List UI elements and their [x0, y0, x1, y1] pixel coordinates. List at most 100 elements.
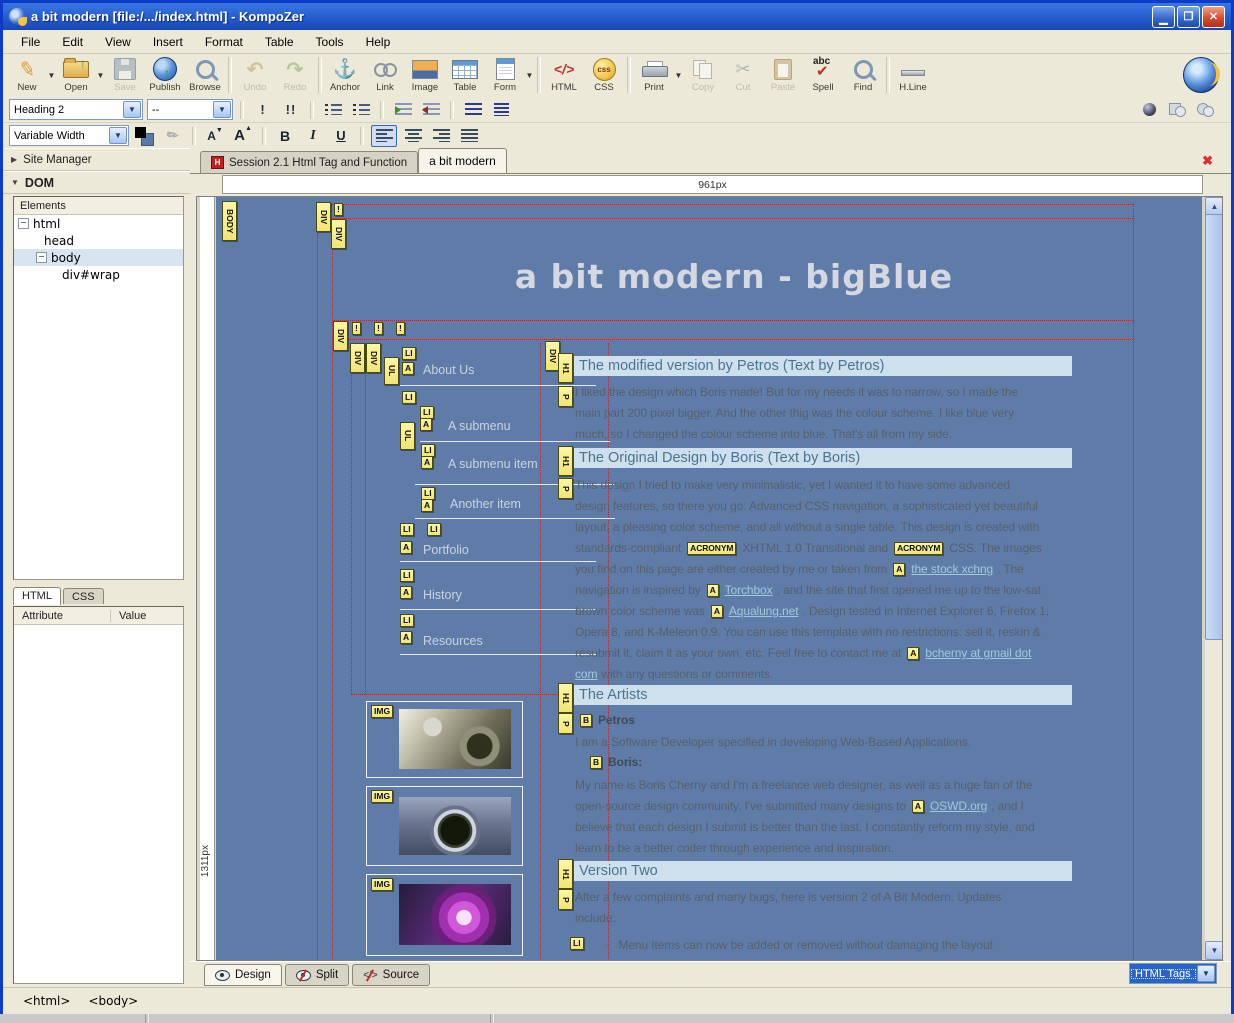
chevron-down-icon[interactable]: ▼	[213, 101, 231, 118]
tree-node-div-wrap[interactable]: div#wrap	[14, 266, 183, 283]
li-tag-marker[interactable]: LI	[427, 523, 441, 536]
justify-button[interactable]	[457, 126, 481, 146]
menu-file[interactable]: File	[11, 32, 50, 52]
menu-format[interactable]: Format	[195, 32, 253, 52]
paragraph-line[interactable]: comwith any questions or comments.	[575, 667, 773, 681]
li-tag-marker[interactable]: LI	[402, 347, 416, 360]
attribute-column[interactable]: Attribute	[14, 610, 111, 622]
tab-css-attributes[interactable]: CSS	[63, 588, 104, 604]
img-tag-marker[interactable]: IMG	[371, 705, 393, 718]
div-tag-marker[interactable]: DIV	[366, 343, 381, 373]
menu-view[interactable]: View	[95, 32, 141, 52]
page-heading-banner[interactable]: a bit modern - bigBlue	[336, 257, 1132, 296]
comment-tag-marker[interactable]: !	[396, 322, 405, 335]
absolute-position-button[interactable]	[1165, 100, 1189, 120]
scrollbar-thumb[interactable]	[1205, 214, 1223, 640]
a-tag-marker[interactable]: A	[421, 456, 433, 469]
nav-link[interactable]: Another item	[450, 497, 521, 511]
italic-button[interactable]: I	[301, 126, 325, 146]
open-button[interactable]: ↑Open	[56, 55, 96, 97]
browse-button[interactable]: Browse	[185, 55, 225, 97]
horizontal-ruler[interactable]: 961px	[222, 175, 1203, 194]
new-button[interactable]: ✎New	[7, 55, 47, 97]
div-tag-marker[interactable]: DIV	[350, 343, 365, 373]
h1-tag-marker[interactable]: H1	[558, 353, 573, 383]
status-body-crumb[interactable]: <body>	[88, 994, 138, 1008]
scroll-down-button[interactable]: ▼	[1205, 941, 1223, 960]
b-tag-marker[interactable]: B	[580, 714, 592, 727]
p-tag-marker[interactable]: P	[558, 889, 573, 910]
dom-panel-header[interactable]: ▼DOM	[3, 171, 190, 194]
indent-button[interactable]	[391, 100, 415, 120]
a-tag-marker[interactable]: A	[400, 586, 412, 599]
align-right-button[interactable]	[429, 126, 453, 146]
img-tag-marker[interactable]: IMG	[371, 878, 393, 891]
p-tag-marker[interactable]: P	[558, 478, 573, 499]
align-left-button[interactable]	[371, 125, 397, 147]
link-text[interactable]: OSWD.org	[930, 799, 987, 813]
div-tag-marker[interactable]: DIV	[316, 202, 331, 232]
send-to-back-button[interactable]	[1193, 100, 1217, 120]
tree-node-head[interactable]: head	[14, 232, 183, 249]
text-color-picker[interactable]	[133, 126, 157, 146]
paragraph-line[interactable]: BPetros	[578, 713, 635, 727]
paragraph-line[interactable]: main part 200 pixel bigger. And the othe…	[575, 406, 1014, 420]
bullet-list-button[interactable]	[349, 100, 373, 120]
acronym-tag-marker[interactable]: ACRONYM	[894, 542, 943, 555]
paragraph-line[interactable]: Opera 8, and K-Meleon 0.9. You can use t…	[575, 625, 1041, 639]
outdent-button[interactable]	[419, 100, 443, 120]
p-tag-marker[interactable]: P	[558, 386, 573, 407]
image-button[interactable]: Image	[405, 55, 445, 97]
div-tag-marker[interactable]: DIV	[333, 321, 348, 351]
paragraph-line[interactable]: you find on this page are either created…	[575, 562, 1024, 576]
paragraph-format-select[interactable]: Heading 2▼	[9, 99, 143, 120]
css-button[interactable]: cssCSS	[584, 55, 624, 97]
strong-emphasis-button[interactable]: !!	[279, 100, 303, 120]
paragraph-line[interactable]: standards-compliantACRONYMXHTML 1.0 Tran…	[575, 541, 1042, 555]
close-button[interactable]: ✕	[1202, 6, 1225, 28]
p-tag-marker[interactable]: P	[558, 713, 573, 734]
view-mode-select[interactable]: HTML Tags ▼	[1129, 963, 1217, 984]
li-tag-marker[interactable]: LI	[400, 569, 414, 582]
acronym-tag-marker[interactable]: ACRONYM	[687, 542, 736, 555]
font-select[interactable]: Variable Width▼	[9, 125, 129, 146]
paragraph-line[interactable]: I liked the design which Boris made! But…	[575, 385, 1018, 399]
body-tag-marker[interactable]: BODY	[222, 201, 237, 241]
table-button[interactable]: Table	[445, 55, 485, 97]
paragraph-line[interactable]: I am a Software Developer specified in d…	[575, 735, 971, 749]
ul-tag-marker[interactable]: UL	[384, 357, 399, 385]
kompozer-throbber-logo[interactable]	[1183, 57, 1219, 93]
paragraph-line[interactable]: layout, a pleasing color scheme, and all…	[575, 520, 1039, 534]
decrease-font-button[interactable]: A▼	[203, 126, 227, 146]
link-text[interactable]: bcherny at gmail dot	[925, 646, 1031, 660]
link-text[interactable]: the stock xchng	[911, 562, 993, 576]
emphasis-button[interactable]: !	[251, 100, 275, 120]
camera-photo-2[interactable]	[399, 797, 511, 855]
form-dropdown-arrow[interactable]: ▼	[525, 55, 534, 95]
menu-edit[interactable]: Edit	[52, 32, 93, 52]
h1-tag-marker[interactable]: H1	[558, 859, 573, 889]
tab-session-2-1[interactable]: HSession 2.1 Html Tag and Function	[200, 151, 418, 173]
link-button[interactable]: Link	[365, 55, 405, 97]
paragraph-line[interactable]: navigation is inspired byATorchbox, and …	[575, 583, 1041, 597]
open-dropdown-arrow[interactable]: ▼	[96, 55, 105, 95]
paragraph-line[interactable]: My name is Boris Cherny and I'm a freela…	[575, 778, 1032, 792]
new-dropdown-arrow[interactable]: ▼	[47, 55, 56, 95]
camera-photo-3[interactable]	[399, 884, 511, 945]
form-button[interactable]: Form	[485, 55, 525, 97]
a-tag-marker[interactable]: A	[907, 647, 919, 660]
paragraph-line[interactable]: believe that each design I submit is bet…	[575, 820, 1035, 834]
chevron-down-icon[interactable]: ▼	[123, 101, 141, 118]
paragraph-line[interactable]: brown color scheme wasAAqualung.net. Des…	[575, 604, 1049, 618]
a-tag-marker[interactable]: A	[400, 631, 412, 644]
li-tag-marker[interactable]: LI	[400, 614, 414, 627]
a-tag-marker[interactable]: A	[912, 800, 924, 813]
publish-button[interactable]: ↑Publish	[145, 55, 185, 97]
html-button[interactable]: </>HTML	[544, 55, 584, 97]
menu-help[interactable]: Help	[356, 32, 401, 52]
section-heading[interactable]: The Original Design by Boris (Text by Bo…	[574, 448, 1072, 468]
underline-button[interactable]: U	[329, 126, 353, 146]
li-tag-marker[interactable]: LI	[570, 937, 584, 950]
hline-button[interactable]: H.Line	[893, 55, 933, 97]
nav-link[interactable]: About Us	[423, 363, 474, 377]
